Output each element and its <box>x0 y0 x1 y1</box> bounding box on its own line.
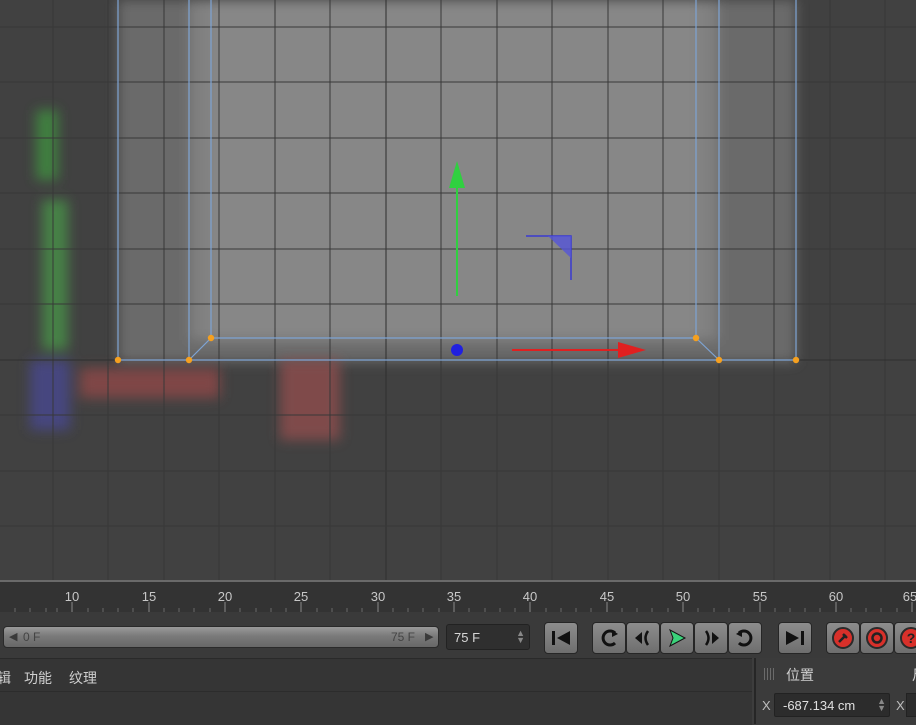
mesh-point <box>207 334 215 342</box>
record-button[interactable] <box>826 622 860 654</box>
skip-start-icon <box>552 631 570 645</box>
tick-label: 25 <box>293 589 309 604</box>
menu-item-edit[interactable]: 辑 <box>0 668 11 688</box>
3d-viewport[interactable] <box>0 0 916 580</box>
mesh-point <box>715 356 723 364</box>
next-key-button[interactable] <box>728 622 762 654</box>
range-right-arrow-icon[interactable]: ▶ <box>425 630 433 643</box>
autokey-icon <box>866 627 888 649</box>
mesh-point <box>792 356 800 364</box>
size-x-label: X <box>896 698 905 713</box>
keyframe-selection-button[interactable]: ? <box>894 622 916 654</box>
autokey-button[interactable] <box>860 622 894 654</box>
play-button[interactable] <box>660 622 694 654</box>
panel-grip-icon[interactable] <box>764 668 776 680</box>
tick-label: 55 <box>752 589 768 604</box>
step-forward-button[interactable] <box>694 622 728 654</box>
mesh-point <box>185 356 193 364</box>
tick-label: 15 <box>141 589 157 604</box>
frame-range-slider[interactable]: ◀ 0 F 75 F ▶ <box>3 626 439 648</box>
spinner-icon[interactable]: ▲ ▼ <box>877 697 886 713</box>
menu-item-function[interactable]: 功能 <box>24 668 52 688</box>
menu-divider <box>0 691 752 692</box>
tick-label: 40 <box>522 589 538 604</box>
go-to-start-button[interactable] <box>544 622 578 654</box>
step-forward-icon <box>704 630 719 646</box>
position-x-value: -687.134 cm <box>783 698 856 713</box>
go-to-end-button[interactable] <box>778 622 812 654</box>
tick-label: 10 <box>64 589 80 604</box>
previous-key-icon <box>601 629 618 647</box>
size-header: 尺 <box>912 665 916 685</box>
transport-bar: ◀ 0 F 75 F ▶ 75 F ▲ ▼ ? <box>0 612 916 658</box>
position-x-field[interactable]: -687.134 cm ▲ ▼ <box>774 693 890 717</box>
mesh-point <box>692 334 700 342</box>
play-backwards-button[interactable] <box>626 622 660 654</box>
tick-label: 50 <box>675 589 691 604</box>
question-icon: ? <box>900 627 916 649</box>
mesh-point <box>114 356 122 364</box>
tick-label: 60 <box>828 589 844 604</box>
next-key-icon <box>736 629 753 647</box>
position-x-label: X <box>762 698 771 713</box>
menu-item-texture[interactable]: 纹理 <box>69 668 97 688</box>
size-x-field[interactable] <box>906 693 916 717</box>
position-header: 位置 <box>786 667 814 683</box>
tick-label: 35 <box>446 589 462 604</box>
range-end-label: 75 F <box>391 630 416 644</box>
skip-end-icon <box>786 631 804 645</box>
previous-key-button[interactable] <box>592 622 626 654</box>
tick-label: 30 <box>370 589 386 604</box>
z-axis-handle <box>451 344 463 356</box>
tick-label: 45 <box>599 589 615 604</box>
tick-label: 20 <box>217 589 233 604</box>
tick-label: 65 <box>902 589 916 604</box>
coordinates-panel: 位置 尺 X -687.134 cm ▲▼ X <box>754 658 916 724</box>
spinner-icon[interactable]: ▲ ▼ <box>516 629 525 645</box>
current-frame-field[interactable]: 75 F ▲ ▼ <box>446 624 530 650</box>
record-key-icon <box>832 627 854 649</box>
range-start-label: 0 F <box>23 630 41 644</box>
range-left-arrow-icon[interactable]: ◀ <box>9 630 17 643</box>
material-manager-panel: 辑 功能 纹理 <box>0 658 752 725</box>
step-back-icon <box>635 630 650 646</box>
timeline-ruler[interactable]: 10 15 20 25 30 35 40 45 50 55 60 65 <box>0 580 916 612</box>
current-frame-value: 75 F <box>454 630 481 645</box>
play-icon <box>669 628 687 648</box>
viewport-canvas[interactable] <box>0 0 916 580</box>
